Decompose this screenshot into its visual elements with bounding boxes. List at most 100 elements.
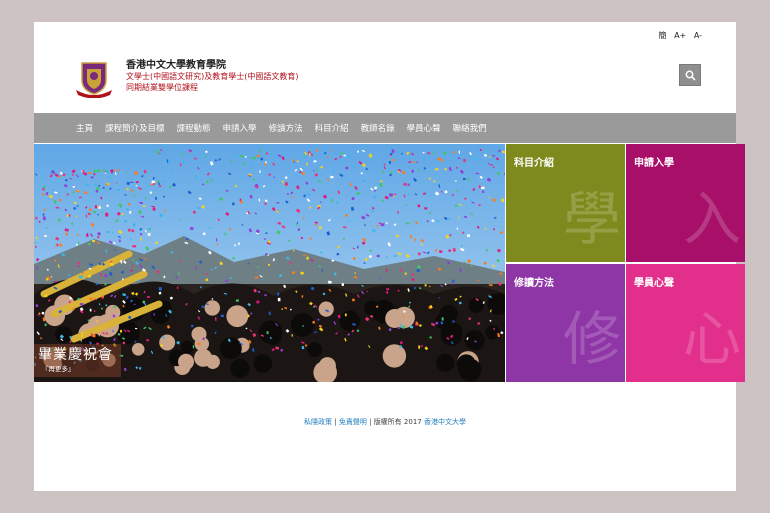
disclaimer-link[interactable]: 免責聲明 bbox=[339, 418, 367, 426]
confetti-piece bbox=[386, 288, 390, 291]
confetti-piece bbox=[344, 313, 347, 317]
confetti-piece bbox=[428, 285, 431, 288]
crowd-figure bbox=[290, 313, 315, 337]
simplified-chinese-link[interactable]: 簡 bbox=[659, 31, 667, 40]
crowd-figure bbox=[339, 310, 361, 332]
confetti-piece bbox=[35, 216, 38, 220]
program-title-line2: 同期結業雙學位課程 bbox=[126, 83, 198, 92]
confetti-piece bbox=[72, 191, 75, 194]
confetti-piece bbox=[130, 181, 134, 183]
tile-subjects[interactable]: 科目介紹 學 bbox=[506, 144, 625, 262]
confetti-piece bbox=[58, 198, 61, 202]
crowd-figure bbox=[205, 354, 220, 369]
crowd-figure bbox=[194, 336, 209, 352]
confetti-piece bbox=[170, 251, 174, 254]
confetti-piece bbox=[86, 233, 89, 237]
confetti-piece bbox=[256, 300, 260, 304]
confetti-piece bbox=[314, 221, 318, 224]
crowd-figure bbox=[258, 320, 283, 344]
confetti-piece bbox=[418, 345, 421, 349]
confetti-piece bbox=[413, 287, 416, 290]
confetti-piece bbox=[82, 272, 84, 274]
confetti-piece bbox=[268, 263, 271, 266]
nav-study-method[interactable]: 修讀方法 bbox=[269, 122, 303, 134]
confetti-piece bbox=[192, 345, 195, 349]
confetti-piece bbox=[105, 169, 110, 174]
nav-contact[interactable]: 聯絡我們 bbox=[453, 122, 487, 134]
confetti-piece bbox=[464, 216, 467, 218]
nav-subjects[interactable]: 科目介紹 bbox=[315, 122, 349, 134]
confetti-piece bbox=[302, 325, 304, 327]
crowd-figure bbox=[159, 334, 176, 351]
search-button[interactable] bbox=[679, 64, 701, 86]
privacy-policy-link[interactable]: 私隱政策 bbox=[304, 418, 332, 426]
confetti-piece bbox=[291, 271, 296, 275]
language-font-controls: 簡 A+ A- bbox=[654, 30, 702, 41]
tile-study-method[interactable]: 修讀方法 修 bbox=[506, 264, 625, 382]
calligraphy-char-study: 修 bbox=[562, 305, 621, 373]
crowd-figure bbox=[382, 344, 407, 368]
font-increase-link[interactable]: A+ bbox=[674, 31, 686, 40]
confetti-piece bbox=[90, 176, 94, 179]
confetti-piece bbox=[37, 314, 41, 316]
nav-program-overview[interactable]: 課程簡介及目標 bbox=[105, 122, 165, 134]
tile-admission[interactable]: 申請入學 入 bbox=[626, 144, 745, 262]
confetti-piece bbox=[444, 190, 448, 194]
confetti-piece bbox=[455, 166, 458, 169]
calligraphy-char-learn: 學 bbox=[562, 185, 621, 253]
university-link[interactable]: 香港中文大學 bbox=[424, 418, 466, 426]
main-navigation: 主頁 課程簡介及目標 課程動態 申請入學 修讀方法 科目介紹 教師名錄 學員心聲… bbox=[34, 113, 736, 143]
hero-more-link[interactable]: 『再更多』 bbox=[42, 363, 113, 373]
confetti-piece bbox=[362, 180, 366, 183]
confetti-piece bbox=[119, 329, 123, 333]
confetti-piece bbox=[312, 320, 316, 324]
confetti-piece bbox=[380, 223, 385, 227]
nav-teachers[interactable]: 教師名錄 bbox=[361, 122, 395, 134]
nav-admission[interactable]: 申請入學 bbox=[223, 122, 257, 134]
confetti-piece bbox=[477, 226, 480, 229]
font-decrease-link[interactable]: A- bbox=[694, 31, 702, 40]
confetti-piece bbox=[122, 341, 125, 345]
crowd-figure bbox=[181, 340, 194, 354]
confetti-piece bbox=[214, 331, 217, 334]
confetti-piece bbox=[386, 268, 388, 273]
nav-student-voices[interactable]: 學員心聲 bbox=[407, 122, 441, 134]
school-name: 香港中文大學教育學院 bbox=[126, 60, 226, 71]
confetti-piece bbox=[501, 198, 505, 203]
confetti-piece bbox=[285, 182, 288, 186]
confetti-piece bbox=[247, 262, 250, 265]
confetti-piece bbox=[341, 282, 345, 287]
crowd-figure bbox=[219, 337, 242, 360]
confetti-piece bbox=[49, 195, 53, 198]
confetti-piece bbox=[301, 345, 305, 350]
tile-student-voices[interactable]: 學員心聲 心 bbox=[626, 264, 745, 382]
confetti-piece bbox=[418, 252, 421, 256]
confetti-piece bbox=[317, 318, 320, 321]
confetti-piece bbox=[42, 216, 46, 221]
crowd-figure bbox=[55, 326, 72, 343]
confetti-piece bbox=[190, 227, 194, 231]
confetti-piece bbox=[215, 317, 217, 321]
confetti-piece bbox=[208, 227, 211, 230]
nav-home[interactable]: 主頁 bbox=[76, 122, 93, 134]
confetti-piece bbox=[105, 212, 109, 217]
confetti-piece bbox=[439, 250, 443, 254]
confetti-piece bbox=[457, 157, 461, 159]
crowd-figure bbox=[464, 330, 485, 351]
hero-caption: 畢業慶祝會 『再更多』 bbox=[34, 344, 121, 377]
calligraphy-char-heart: 心 bbox=[682, 305, 741, 373]
confetti-piece bbox=[470, 264, 472, 267]
confetti-piece bbox=[313, 169, 315, 172]
confetti-piece bbox=[301, 172, 305, 175]
hero-banner[interactable]: 畢業慶祝會 『再更多』 bbox=[34, 144, 505, 382]
university-logo[interactable] bbox=[74, 60, 114, 99]
tile-student-voices-label: 學員心聲 bbox=[634, 278, 674, 289]
confetti-piece bbox=[159, 185, 162, 188]
confetti-piece bbox=[94, 205, 98, 209]
confetti-piece bbox=[492, 166, 495, 168]
crowd-figure bbox=[204, 300, 220, 316]
nav-program-news[interactable]: 課程動態 bbox=[177, 122, 211, 134]
tile-study-method-label: 修讀方法 bbox=[514, 278, 554, 289]
crowd-figure bbox=[178, 353, 194, 370]
crowd-figure bbox=[393, 306, 415, 329]
